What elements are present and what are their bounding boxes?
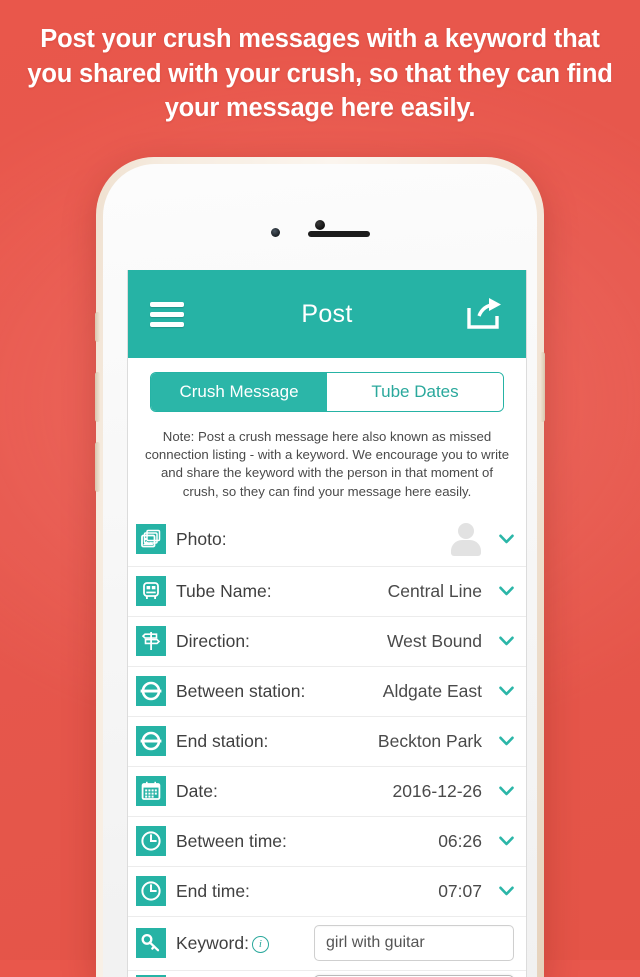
keyword-label-text: Keyword:: [176, 932, 249, 953]
chevron-down-icon[interactable]: [498, 786, 514, 796]
clock-icon: [136, 826, 166, 857]
chevron-down-icon[interactable]: [498, 736, 514, 746]
volume-down-button: [95, 442, 100, 492]
promo-headline: Post your crush messages with a keyword …: [27, 25, 613, 123]
segmented-tabs: Crush Message Tube Dates: [150, 372, 504, 412]
volume-up-button: [95, 372, 100, 422]
mute-switch: [95, 312, 100, 342]
chevron-down-icon[interactable]: [498, 886, 514, 896]
form-value-direction: West Bound: [386, 630, 482, 651]
phone-screen: Post Crush Message Tube Dates Note: Post…: [127, 270, 527, 977]
form-label-between-time: Between time:: [176, 830, 287, 851]
form-row-photo[interactable]: Photo:: [128, 513, 526, 567]
post-form: Photo: Tube Name: Central Line Direction…: [128, 513, 526, 977]
tab-crush-message[interactable]: Crush Message: [151, 373, 327, 411]
earpiece-speaker: [308, 231, 370, 237]
form-row-end-time[interactable]: End time: 07:07: [128, 867, 526, 917]
form-row-end-station[interactable]: End station: Beckton Park: [128, 717, 526, 767]
form-value-date: 2016-12-26: [392, 780, 482, 801]
proximity-sensor-icon: [271, 228, 280, 237]
form-row-keyword[interactable]: Keyword: i girl with guitar: [128, 917, 526, 971]
form-row-tube-name[interactable]: Tube Name: Central Line: [128, 567, 526, 617]
form-row-date[interactable]: Date: 2016-12-26: [128, 767, 526, 817]
chevron-down-icon[interactable]: [498, 586, 514, 596]
underground-roundel-icon: [136, 676, 166, 707]
form-label-end-station: End station:: [176, 730, 269, 751]
train-icon: [136, 576, 166, 607]
underground-roundel-icon: [136, 726, 166, 757]
chevron-down-icon[interactable]: [498, 636, 514, 646]
phone-device-frame: Post Crush Message Tube Dates Note: Post…: [95, 157, 545, 977]
form-row-direction[interactable]: Direction: West Bound: [128, 617, 526, 667]
power-button: [540, 352, 545, 422]
form-label-end-time: End time:: [176, 880, 250, 901]
key-icon: [136, 928, 166, 959]
form-label-between-station: Between station:: [176, 680, 306, 701]
form-row-between-station[interactable]: Between station: Aldgate East: [128, 667, 526, 717]
form-value-end-station: Beckton Park: [377, 730, 482, 751]
chevron-down-icon[interactable]: [498, 836, 514, 846]
form-label-photo: Photo:: [176, 528, 227, 549]
form-value-between-station: Aldgate East: [382, 680, 482, 701]
avatar[interactable]: [450, 523, 482, 557]
chevron-down-icon[interactable]: [498, 534, 514, 544]
tab-tube-dates[interactable]: Tube Dates: [327, 373, 503, 411]
form-label-keyword: Keyword: i: [176, 933, 269, 954]
app-navigation-bar: Post: [128, 270, 526, 358]
form-value-between-time: 06:26: [438, 830, 482, 851]
avatar-body: [451, 540, 481, 557]
front-camera-icon: [315, 220, 325, 230]
note-text: Note: Post a crush message here also kno…: [144, 429, 510, 499]
phone-inner-bezel: Post Crush Message Tube Dates Note: Post…: [103, 164, 537, 977]
avatar-head: [458, 523, 474, 540]
chevron-down-icon[interactable]: [498, 686, 514, 696]
form-value-end-time: 07:07: [438, 880, 482, 901]
keyword-input[interactable]: girl with guitar: [314, 925, 514, 962]
form-value-tube-name: Central Line: [387, 580, 482, 601]
form-label-date: Date:: [176, 780, 218, 801]
photo-stack-icon: [136, 524, 166, 555]
info-icon[interactable]: i: [251, 935, 269, 953]
form-label-tube-name: Tube Name:: [176, 580, 272, 601]
clock-icon: [136, 876, 166, 907]
calendar-icon: [136, 776, 166, 807]
form-label-direction: Direction:: [176, 630, 250, 651]
hamburger-menu-icon[interactable]: [150, 301, 184, 327]
signpost-icon: [136, 626, 166, 657]
form-row-between-time[interactable]: Between time: 06:26: [128, 817, 526, 867]
share-icon[interactable]: [464, 296, 504, 332]
form-row-message-partial[interactable]: [128, 971, 526, 977]
